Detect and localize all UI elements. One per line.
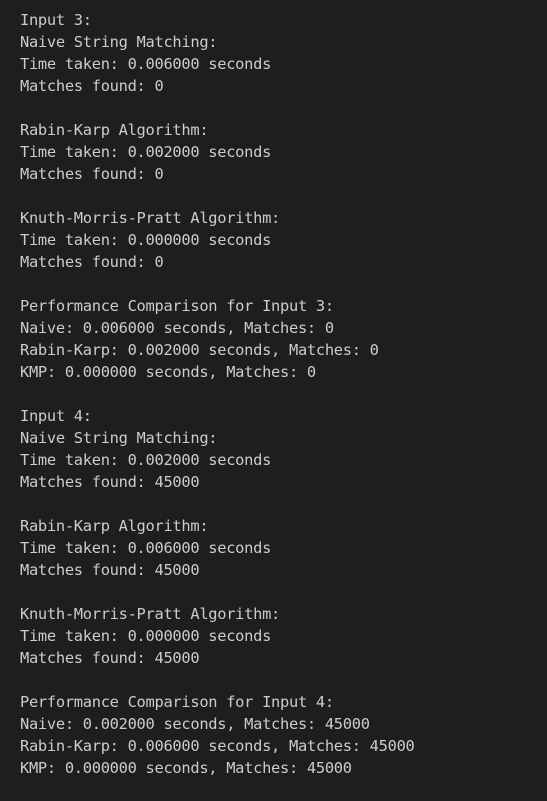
- terminal-line-comparison-naive: Naive: 0.002000 seconds, Matches: 45000: [20, 715, 370, 733]
- terminal-line-time-taken: Time taken: 0.002000 seconds: [20, 451, 272, 469]
- terminal-line-comparison-rabin-karp: Rabin-Karp: 0.002000 seconds, Matches: 0: [20, 341, 379, 359]
- terminal-line-comparison-rabin-karp: Rabin-Karp: 0.006000 seconds, Matches: 4…: [20, 737, 415, 755]
- terminal-line-time-taken: Time taken: 0.006000 seconds: [20, 55, 272, 73]
- terminal-line-matches-found: Matches found: 45000: [20, 561, 200, 579]
- terminal-line-rabin-karp-heading: Rabin-Karp Algorithm:: [20, 121, 209, 139]
- terminal-line-time-taken: Time taken: 0.000000 seconds: [20, 231, 272, 249]
- terminal-line-comparison-heading: Performance Comparison for Input 4:: [20, 693, 334, 711]
- terminal-line-naive-heading: Naive String Matching:: [20, 33, 218, 51]
- terminal-line-matches-found: Matches found: 0: [20, 253, 164, 271]
- terminal-line-comparison-heading: Performance Comparison for Input 3:: [20, 297, 334, 315]
- terminal-line-matches-found: Matches found: 45000: [20, 473, 200, 491]
- terminal-line-comparison-naive: Naive: 0.006000 seconds, Matches: 0: [20, 319, 334, 337]
- terminal-line-matches-found: Matches found: 0: [20, 77, 164, 95]
- terminal-line-time-taken: Time taken: 0.002000 seconds: [20, 143, 272, 161]
- terminal-line-time-taken: Time taken: 0.006000 seconds: [20, 539, 272, 557]
- terminal-line-input-3-header: Input 3:: [20, 11, 92, 29]
- terminal-line-kmp-heading: Knuth-Morris-Pratt Algorithm:: [20, 605, 281, 623]
- terminal-line-input-4-header: Input 4:: [20, 407, 92, 425]
- terminal-line-matches-found: Matches found: 0: [20, 165, 164, 183]
- terminal-line-rabin-karp-heading: Rabin-Karp Algorithm:: [20, 517, 209, 535]
- terminal-line-matches-found: Matches found: 45000: [20, 649, 200, 667]
- terminal-line-time-taken: Time taken: 0.000000 seconds: [20, 627, 272, 645]
- terminal-line-kmp-heading: Knuth-Morris-Pratt Algorithm:: [20, 209, 281, 227]
- terminal-output[interactable]: Input 3: Naive String Matching: Time tak…: [20, 9, 540, 779]
- terminal-line-comparison-kmp: KMP: 0.000000 seconds, Matches: 0: [20, 363, 316, 381]
- terminal-line-comparison-kmp: KMP: 0.000000 seconds, Matches: 45000: [20, 759, 352, 777]
- terminal-line-naive-heading: Naive String Matching:: [20, 429, 218, 447]
